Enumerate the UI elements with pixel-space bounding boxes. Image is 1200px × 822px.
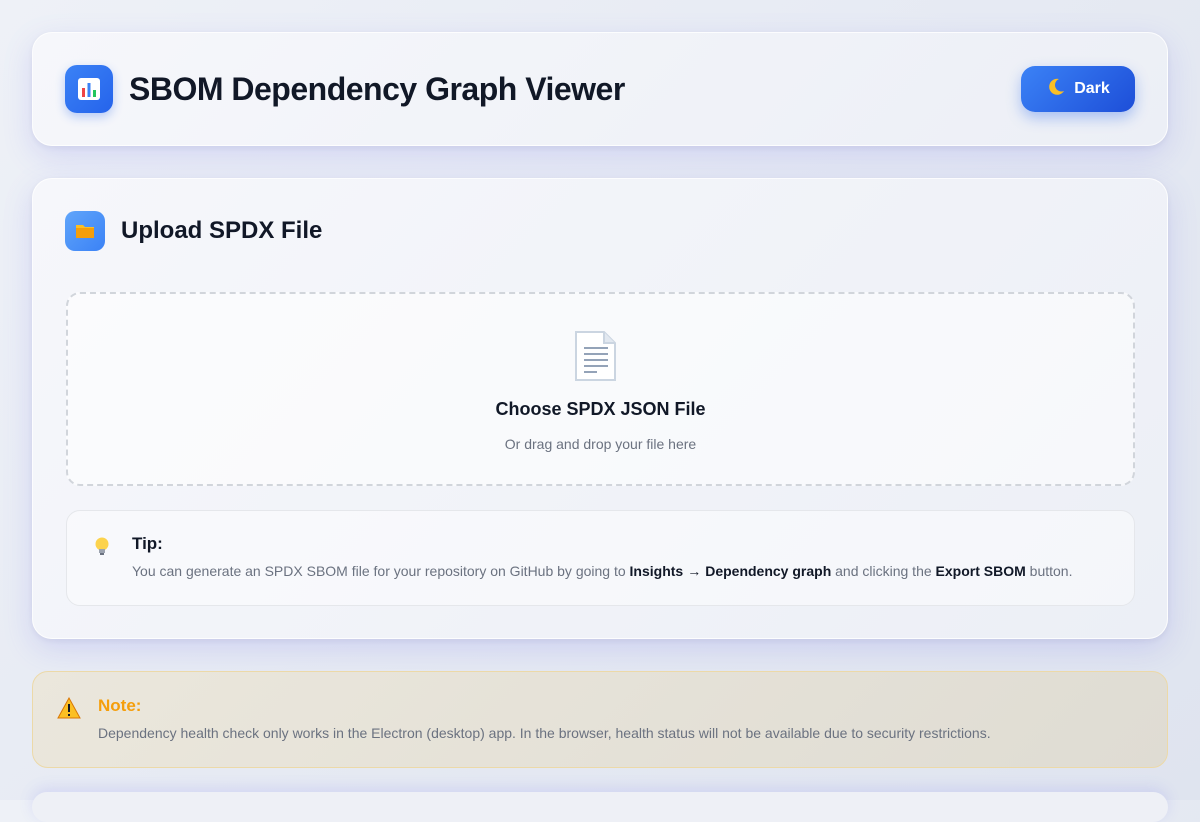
section-title: Upload SPDX File bbox=[121, 217, 323, 244]
lightbulb-icon bbox=[91, 535, 113, 563]
tip-text-before: You can generate an SPDX SBOM file for y… bbox=[132, 563, 626, 579]
header-card: SBOM Dependency Graph Viewer Dark bbox=[32, 32, 1168, 146]
dark-mode-toggle-button[interactable]: Dark bbox=[1021, 66, 1135, 112]
tip-dependency-graph: Dependency graph bbox=[705, 563, 832, 579]
note-text: Dependency health check only works in th… bbox=[98, 725, 991, 741]
moon-icon bbox=[1046, 77, 1066, 102]
note-title: Note: bbox=[98, 696, 142, 715]
tip-box: Tip: You can generate an SPDX SBOM file … bbox=[66, 510, 1135, 606]
tip-arrow: → bbox=[687, 563, 702, 579]
tip-title: Tip: bbox=[132, 534, 163, 553]
document-icon bbox=[575, 331, 616, 381]
dropzone-title: Choose SPDX JSON File bbox=[495, 399, 706, 419]
tip-text-middle: and clicking the bbox=[835, 563, 932, 579]
tip-insights: Insights bbox=[629, 563, 684, 579]
dropzone-subtitle: Or drag and drop your file here bbox=[504, 436, 697, 452]
tip-text: You can generate an SPDX SBOM file for y… bbox=[132, 563, 1073, 579]
file-dropzone[interactable]: Choose SPDX JSON File Or drag and drop y… bbox=[66, 292, 1135, 486]
bar-chart-icon bbox=[65, 65, 113, 113]
note-box: Note: Dependency health check only works… bbox=[32, 671, 1168, 768]
tip-export-sbom: Export SBOM bbox=[935, 563, 1026, 579]
app-title: SBOM Dependency Graph Viewer bbox=[129, 71, 625, 107]
folder-icon bbox=[65, 211, 105, 251]
tip-text-after: button. bbox=[1029, 563, 1073, 579]
dark-mode-toggle-label: Dark bbox=[1074, 80, 1110, 97]
next-card-edge bbox=[32, 792, 1168, 822]
upload-card: Upload SPDX File Choose SPDX JSON File O… bbox=[32, 178, 1168, 639]
warning-icon bbox=[57, 696, 81, 725]
